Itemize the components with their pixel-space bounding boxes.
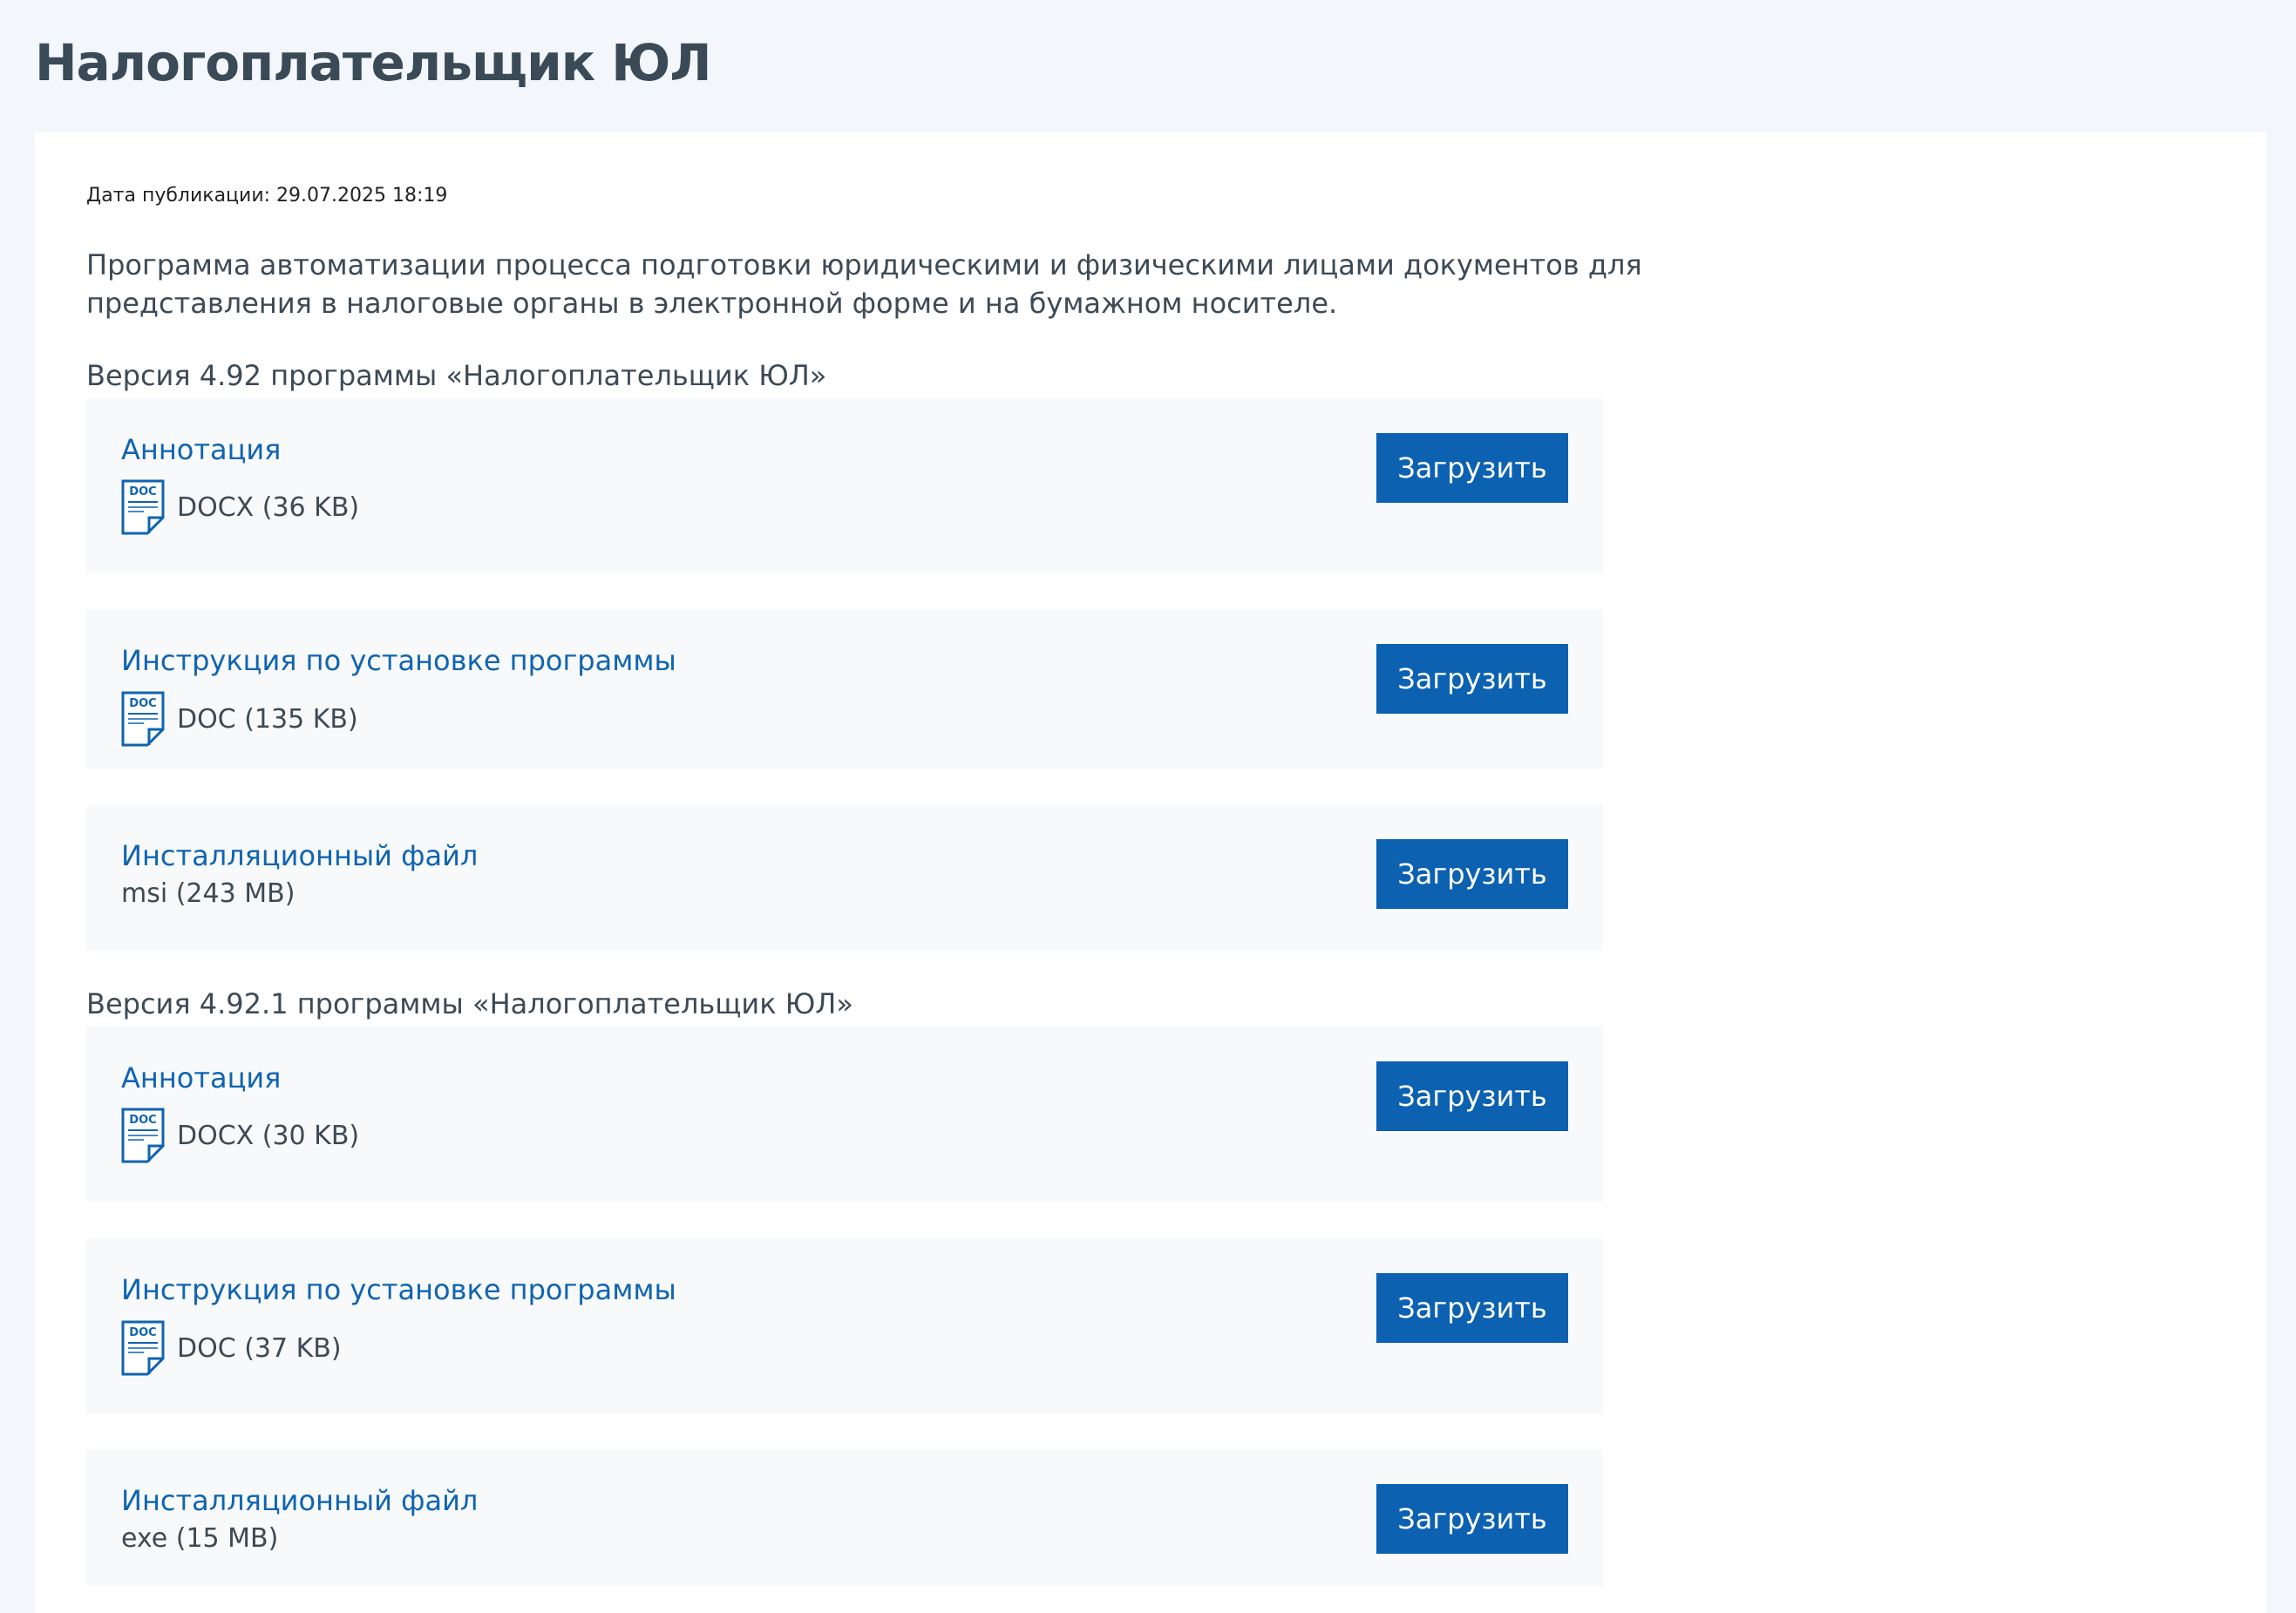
file-link-annotation[interactable]: Аннотация (121, 1061, 281, 1095)
file-meta: DOC DOC (37 KB) (121, 1320, 342, 1376)
file-meta: msi (243 MB) (121, 878, 295, 909)
program-description: Программа автоматизации процесса подгото… (86, 248, 1642, 320)
file-block-installer: Инсталляционный файл exe (15 MB) Загрузи… (86, 1449, 1603, 1587)
file-meta: DOC DOC (135 KB) (121, 691, 358, 747)
download-button[interactable]: Загрузить (1376, 1273, 1568, 1343)
doc-file-icon: DOC (121, 691, 165, 747)
file-size: msi (243 MB) (121, 878, 295, 909)
doc-file-icon: DOC (121, 479, 165, 535)
doc-file-icon: DOC (121, 1108, 165, 1163)
svg-text:DOC: DOC (129, 485, 156, 498)
doc-file-icon: DOC (121, 1320, 165, 1376)
file-block-annotation: Аннотация DOC DOCX (36 KB) Загрузить (86, 398, 1603, 573)
file-size: DOCX (30 KB) (177, 1120, 360, 1151)
file-link-install-guide[interactable]: Инструкция по установке программы (121, 644, 676, 677)
file-block-installer: Инсталляционный файл msi (243 MB) Загруз… (86, 804, 1603, 951)
page-title: Налогоплательщик ЮЛ (35, 33, 712, 92)
svg-text:DOC: DOC (129, 1326, 156, 1339)
file-meta: DOC DOCX (30 KB) (121, 1108, 359, 1163)
publication-date: Дата публикации: 29.07.2025 18:19 (86, 185, 448, 207)
version-title: Версия 4.92.1 программы «Налогоплательщи… (86, 987, 853, 1020)
svg-text:DOC: DOC (129, 1114, 156, 1127)
file-size: exe (15 MB) (121, 1523, 279, 1554)
download-button[interactable]: Загрузить (1376, 433, 1568, 503)
file-size: DOCX (36 KB) (177, 491, 360, 523)
download-button[interactable]: Загрузить (1376, 839, 1568, 909)
file-size: DOC (135 KB) (177, 703, 358, 735)
file-block-install-guide: Инструкция по установке программы DOC DO… (86, 609, 1603, 769)
file-link-installer[interactable]: Инсталляционный файл (121, 1484, 478, 1517)
file-link-annotation[interactable]: Аннотация (121, 433, 281, 466)
file-block-install-guide: Инструкция по установке программы DOC DO… (86, 1238, 1603, 1413)
file-meta: DOC DOCX (36 KB) (121, 479, 359, 535)
version-title: Версия 4.92 программы «Налогоплательщик … (86, 359, 827, 392)
file-size: DOC (37 KB) (177, 1332, 342, 1364)
file-meta: exe (15 MB) (121, 1523, 278, 1554)
file-block-annotation: Аннотация DOC DOCX (30 KB) Загрузить (86, 1027, 1603, 1203)
file-link-install-guide[interactable]: Инструкция по установке программы (121, 1273, 676, 1306)
download-button[interactable]: Загрузить (1376, 1061, 1568, 1131)
download-button[interactable]: Загрузить (1376, 644, 1568, 714)
download-button[interactable]: Загрузить (1376, 1484, 1568, 1554)
file-link-installer[interactable]: Инсталляционный файл (121, 839, 478, 872)
svg-text:DOC: DOC (129, 697, 156, 710)
